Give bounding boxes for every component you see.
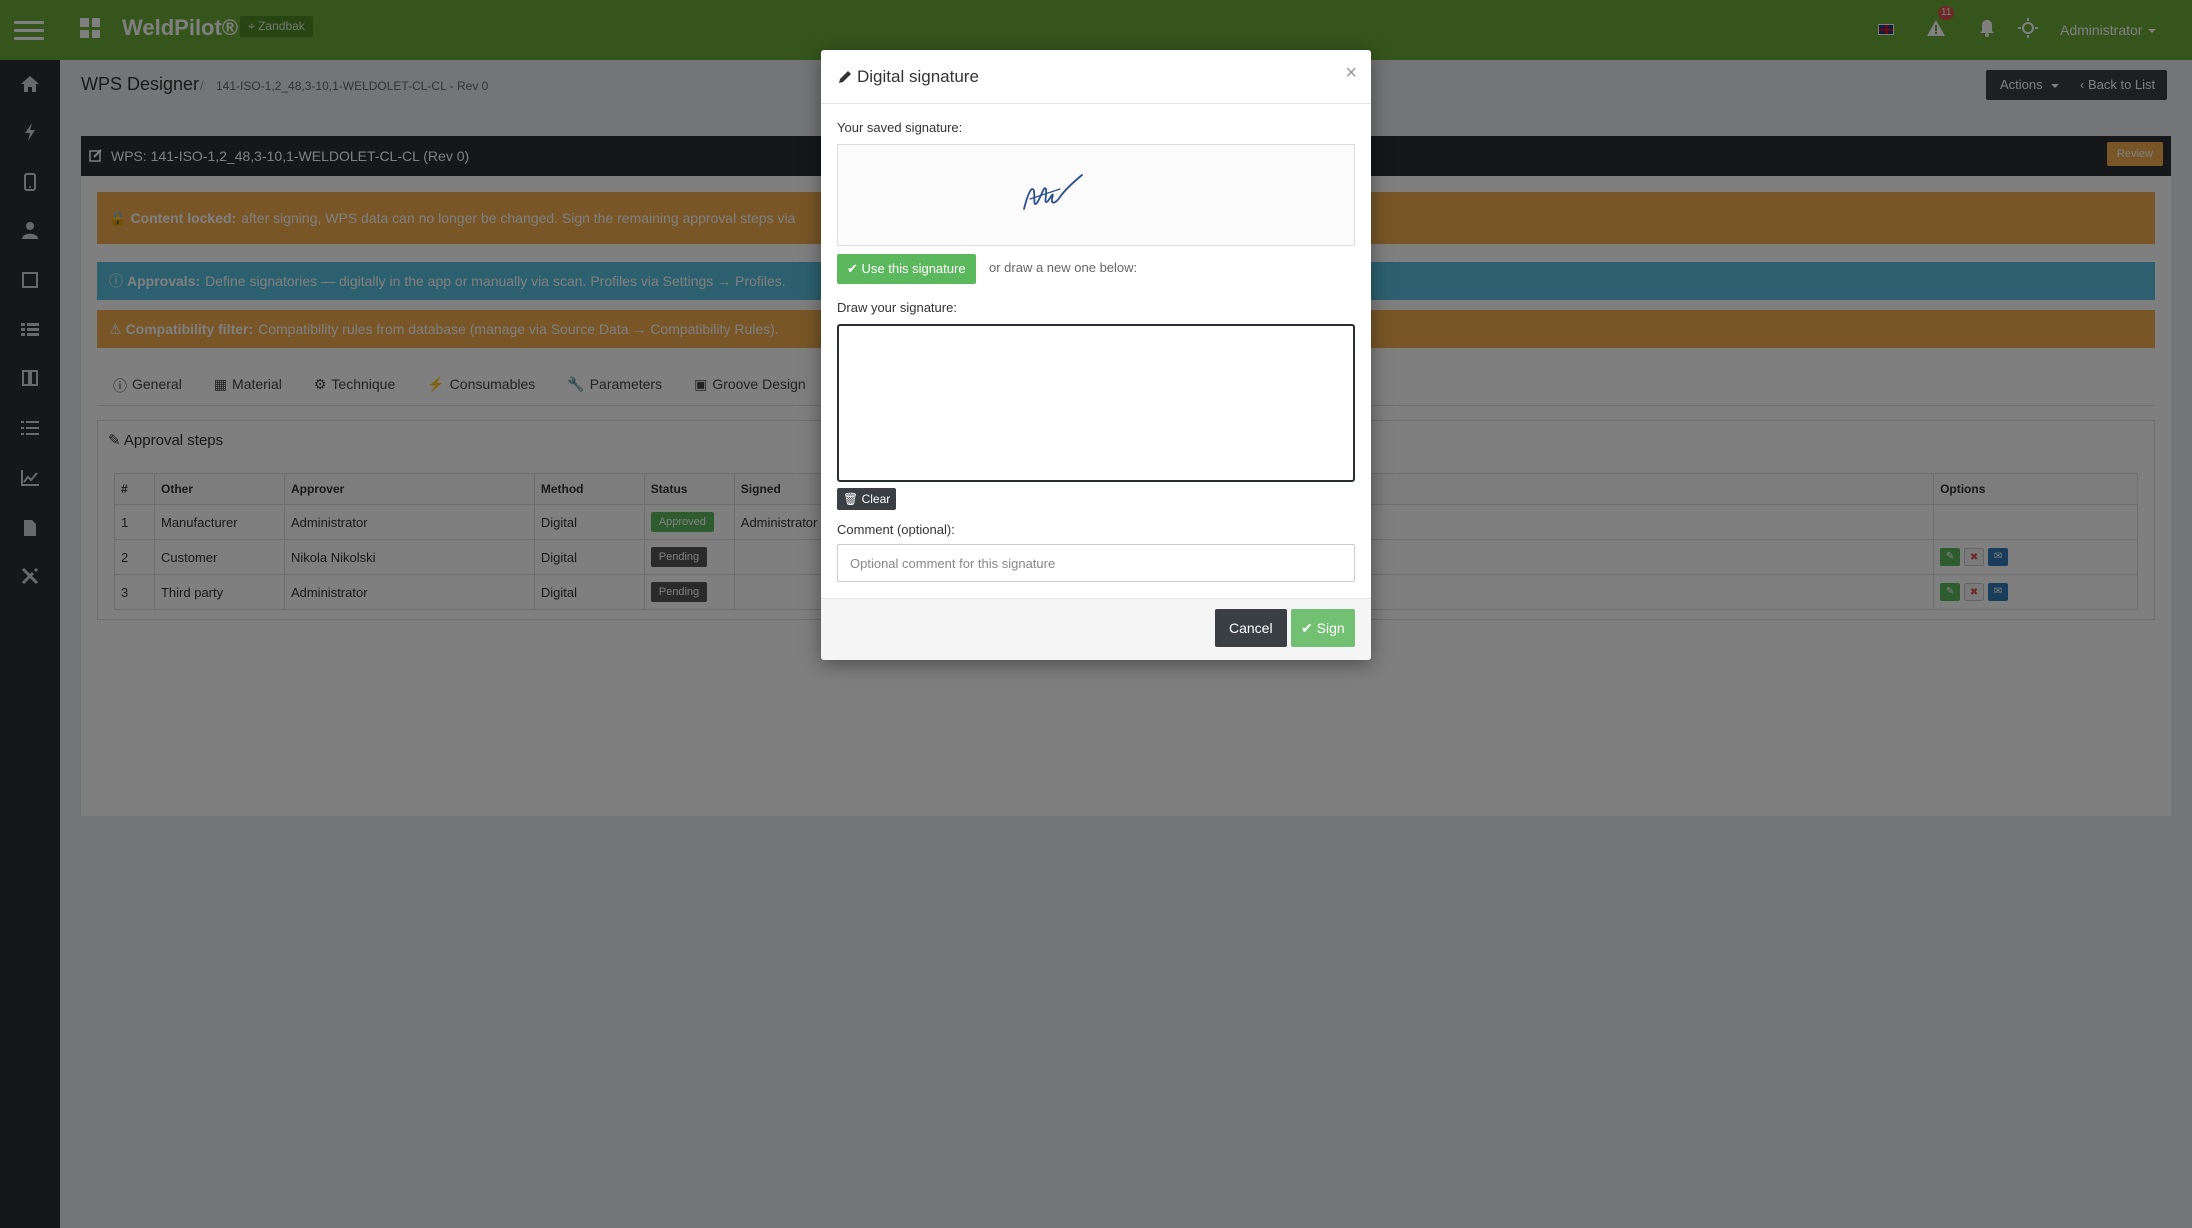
modal-title: Digital signature — [857, 67, 979, 86]
clear-label: Clear — [861, 492, 891, 506]
sign-button[interactable]: ✔ Sign — [1291, 609, 1355, 647]
cancel-button[interactable]: Cancel — [1215, 609, 1287, 647]
comment-input[interactable] — [837, 544, 1355, 582]
use-saved-signature-button[interactable]: ✔ Use this signature — [837, 254, 976, 284]
sign-label: Sign — [1316, 620, 1345, 636]
modal-header: Digital signature × — [821, 50, 1371, 104]
signature-draw-canvas[interactable] — [837, 324, 1355, 482]
saved-signature-image — [1023, 174, 1083, 210]
draw-signature-label: Draw your signature: — [837, 300, 957, 315]
saved-signature-preview — [837, 144, 1355, 246]
close-icon[interactable]: × — [1345, 62, 1357, 85]
clear-signature-button[interactable]: 🗑 Clear — [837, 488, 897, 510]
comment-label: Comment (optional): — [837, 522, 955, 537]
use-signature-label: Use this signature — [861, 261, 966, 276]
or-draw-text: or draw a new one below: — [989, 260, 1138, 275]
modal-footer: Cancel ✔ Sign — [821, 598, 1371, 660]
trash-icon: 🗑 — [843, 492, 859, 506]
digital-signature-modal: Digital signature × Your saved signature… — [821, 50, 1371, 660]
saved-signature-label: Your saved signature: — [837, 120, 963, 135]
pencil-icon — [839, 71, 851, 83]
